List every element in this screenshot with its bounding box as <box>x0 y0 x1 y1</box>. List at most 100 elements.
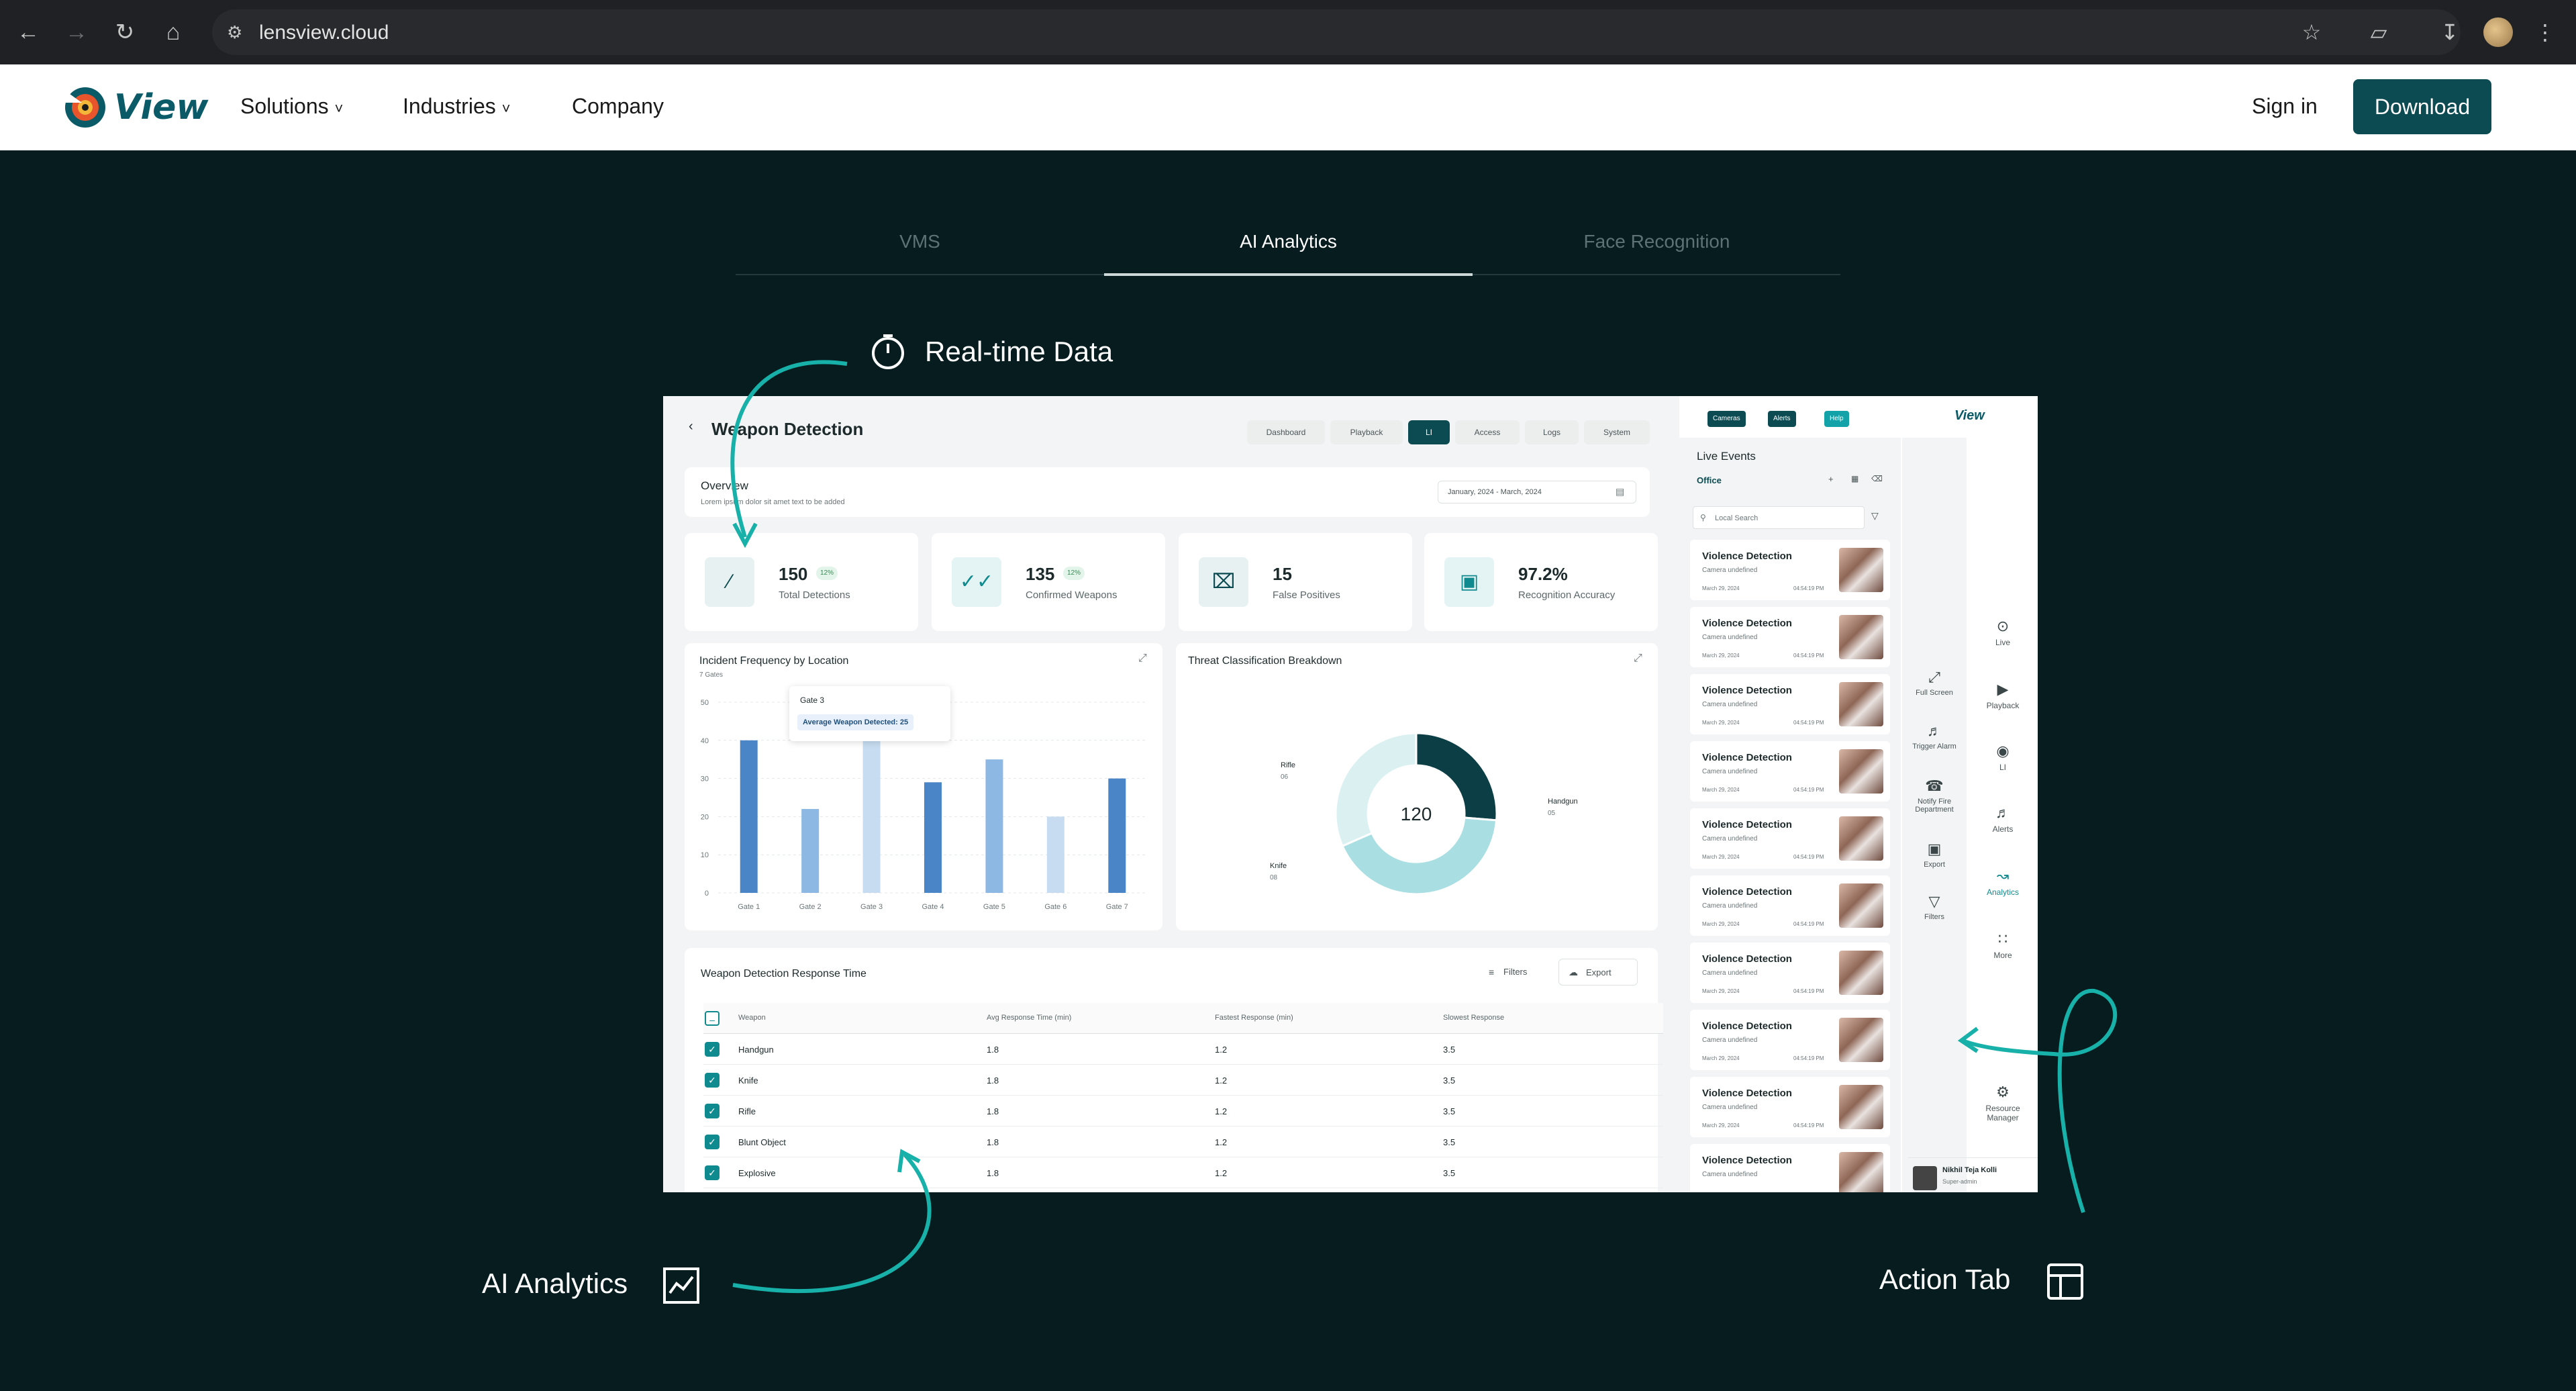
forward-icon[interactable]: → <box>63 19 90 46</box>
live-event-item[interactable]: Violence Detection Camera undefined March … <box>1690 808 1890 869</box>
export-action[interactable]: ▣ Export <box>1908 841 1961 869</box>
back-chevron-icon[interactable]: ‹ <box>689 419 693 434</box>
table-header-row: – Weapon Avg Response Time (min) Fastest… <box>703 1003 1663 1034</box>
url-text[interactable]: lensview.cloud <box>259 21 389 44</box>
live-event-item[interactable]: Violence Detection Camera undefined March … <box>1690 741 1890 802</box>
action-label: Trigger Alarm <box>1912 742 1956 751</box>
table-row[interactable]: ✓ Handgun 1.8 1.2 3.5 <box>703 1034 1663 1065</box>
row-checkbox[interactable]: ✓ <box>705 1073 720 1088</box>
pill-li[interactable]: LI <box>1408 420 1450 444</box>
fullscreen-icon: ⤢ <box>1928 669 1940 685</box>
resource-manager[interactable]: ⚙ Resource Manager <box>1976 1084 2030 1122</box>
live-event-item[interactable]: Violence Detection Camera undefined March … <box>1690 607 1890 667</box>
bar-gate-7[interactable] <box>1108 778 1126 893</box>
back-icon[interactable]: ← <box>15 19 42 46</box>
menu-icon[interactable]: ⋮ <box>2530 17 2560 47</box>
live-event-item[interactable]: Violence Detection Camera undefined March … <box>1690 540 1890 600</box>
location-selector[interactable]: Office <box>1697 475 1722 485</box>
live-event-item[interactable]: Violence Detection Camera undefined March … <box>1690 943 1890 1003</box>
pill-playback[interactable]: Playback <box>1330 420 1403 444</box>
address-bar[interactable]: ⚙ lensview.cloud <box>212 9 2461 55</box>
row-checkbox[interactable]: ✓ <box>705 1042 720 1057</box>
donut-label-knife: Knife <box>1270 862 1287 870</box>
header-avg-response[interactable]: Avg Response Time (min) <box>987 1014 1071 1022</box>
date-range-picker[interactable]: January, 2024 - March, 2024 ▤ <box>1438 481 1636 503</box>
extensions-icon[interactable]: ▱ <box>2364 17 2393 47</box>
live-event-item[interactable]: Violence Detection Camera undefined March … <box>1690 875 1890 936</box>
star-icon[interactable]: ☆ <box>2297 17 2326 47</box>
layout-icon <box>2047 1263 2083 1300</box>
site-info-icon[interactable]: ⚙ <box>227 21 248 43</box>
row-checkbox[interactable]: ✓ <box>705 1104 720 1118</box>
table-row[interactable]: ✓ Blunt Object 1.8 1.2 3.5 <box>703 1126 1663 1157</box>
bar-gate-5[interactable] <box>985 759 1003 893</box>
filter-icon[interactable]: ▽ <box>1871 510 1879 522</box>
y-tick-label: 50 <box>701 699 709 707</box>
pill-dashboard[interactable]: Dashboard <box>1247 420 1325 444</box>
sidenav-more[interactable]: ∷ More <box>1976 930 2030 960</box>
alerts-button[interactable]: Alerts <box>1768 411 1796 427</box>
slice-rifle[interactable] <box>1334 732 1418 848</box>
grid-icon[interactable]: ▦ <box>1851 474 1859 483</box>
download-icon[interactable]: ↧ <box>2435 17 2465 47</box>
notify-fire-action[interactable]: ☎ Notify Fire Department <box>1908 777 1961 814</box>
sign-in-link[interactable]: Sign in <box>2252 94 2318 119</box>
action-label: Filters <box>1924 913 1944 921</box>
row-checkbox[interactable]: ✓ <box>705 1165 720 1180</box>
tab-face-recognition[interactable]: Face Recognition <box>1473 231 1841 252</box>
download-button[interactable]: Download <box>2353 79 2491 134</box>
nav-industries[interactable]: Industries ˅ <box>403 94 510 119</box>
trigger-alarm-action[interactable]: ♬ Trigger Alarm <box>1908 722 1961 751</box>
logo-eye-icon <box>65 87 105 128</box>
target-icon: ▣ <box>1444 557 1494 607</box>
header-weapon[interactable]: Weapon <box>738 1014 766 1022</box>
help-button[interactable]: Help <box>1824 411 1849 427</box>
event-date: March 29, 2024 <box>1702 854 1740 860</box>
bar-gate-1[interactable] <box>740 740 758 893</box>
sidenav-li[interactable]: ◉ LI <box>1976 742 2030 772</box>
full-screen-action[interactable]: ⤢ Full Screen <box>1908 669 1961 697</box>
bar-gate-4[interactable] <box>924 782 942 893</box>
live-event-item[interactable]: Violence Detection Camera undefined <box>1690 1144 1890 1192</box>
sidenav-label: More <box>1993 951 2012 960</box>
bar-gate-3[interactable] <box>862 740 881 893</box>
reload-icon[interactable]: ↻ <box>111 19 138 46</box>
select-all-checkbox[interactable]: – <box>705 1011 720 1026</box>
tab-ai-analytics[interactable]: AI Analytics <box>1104 231 1473 252</box>
sidenav-alerts[interactable]: ♬ Alerts <box>1976 804 2030 834</box>
action-label: Notify Fire Department <box>1915 798 1954 814</box>
table-row[interactable]: ✓ Knife 1.8 1.2 3.5 <box>703 1065 1663 1096</box>
sidenav-analytics[interactable]: ↝ Analytics <box>1976 867 2030 897</box>
trash-icon[interactable]: ⌫ <box>1871 474 1883 483</box>
tab-vms[interactable]: VMS <box>736 231 1104 252</box>
live-event-item[interactable]: Violence Detection Camera undefined March … <box>1690 674 1890 734</box>
table-row[interactable]: ✓ Rifle 1.8 1.2 3.5 <box>703 1096 1663 1126</box>
x-tick-label: Gate 6 <box>1044 903 1067 911</box>
bar-gate-6[interactable] <box>1046 816 1064 893</box>
pill-system[interactable]: System <box>1584 420 1650 444</box>
expand-icon[interactable]: ⤢ <box>1138 653 1147 665</box>
live-event-item[interactable]: Violence Detection Camera undefined March … <box>1690 1077 1890 1137</box>
bar-gate-2[interactable] <box>801 809 820 893</box>
filters-action[interactable]: ▽ Filters <box>1908 893 1961 921</box>
export-button[interactable]: ☁ Export <box>1558 959 1638 986</box>
filters-button[interactable]: ≡ Filters <box>1482 959 1549 986</box>
home-icon[interactable]: ⌂ <box>160 19 187 46</box>
sidenav-playback[interactable]: ▶ Playback <box>1976 681 2030 710</box>
user-profile[interactable]: Nikhil Teja Kolli Super-admin <box>1908 1157 2038 1192</box>
logo[interactable]: View <box>62 83 208 132</box>
pill-access[interactable]: Access <box>1455 420 1520 444</box>
add-icon[interactable]: + <box>1828 474 1834 484</box>
nav-company[interactable]: Company <box>572 94 664 119</box>
header-fastest-response[interactable]: Fastest Response (min) <box>1215 1014 1293 1022</box>
table-row[interactable]: ✓ Explosive 1.8 1.2 3.5 <box>703 1157 1663 1188</box>
header-slowest-response[interactable]: Slowest Response <box>1443 1014 1504 1022</box>
live-event-item[interactable]: Violence Detection Camera undefined March … <box>1690 1010 1890 1070</box>
row-checkbox[interactable]: ✓ <box>705 1135 720 1149</box>
nav-solutions[interactable]: Solutions ˅ <box>240 94 343 119</box>
pill-logs[interactable]: Logs <box>1525 420 1579 444</box>
sidenav-live[interactable]: ⊙ Live <box>1976 618 2030 647</box>
local-search-input[interactable]: ⚲ Local Search <box>1693 506 1865 529</box>
cameras-button[interactable]: Cameras <box>1707 411 1746 427</box>
profile-avatar[interactable] <box>2483 17 2513 47</box>
